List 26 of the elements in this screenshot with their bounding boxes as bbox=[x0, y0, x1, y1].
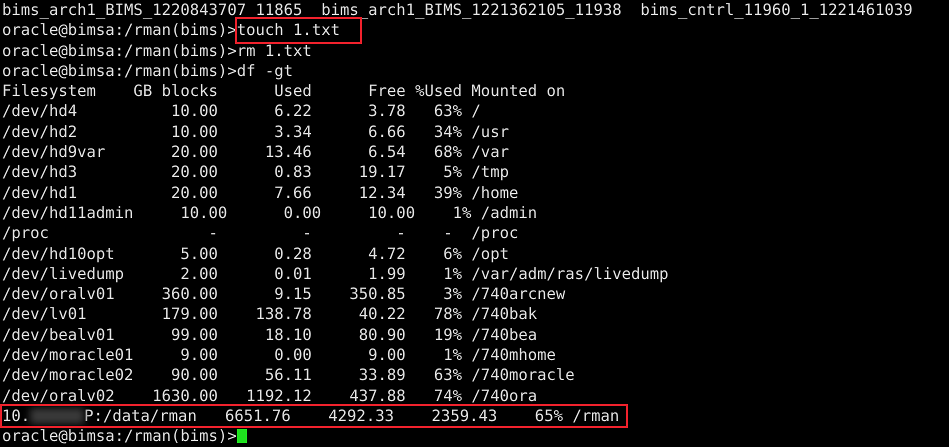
output-line: /dev/hd11admin 10.00 0.00 10.00 1% /admin bbox=[2, 202, 538, 224]
output-line: /dev/hd10opt 5.00 0.28 4.72 6% /opt bbox=[2, 244, 509, 264]
output-line: Filesystem GB blocks Used Free %Used Mounted on bbox=[2, 81, 566, 102]
shell-prompt: oracle@bimsa:/rman(bims)> bbox=[2, 20, 237, 41]
output-line: /dev/livedump 2.00 0.01 1.99 1% /var/adm/ras/livedump bbox=[2, 264, 669, 284]
output-line: /dev/hd9var 20.00 13.46 6.54 68% /var bbox=[2, 142, 509, 162]
output-line: /dev/bealv01 99.00 18.10 80.90 19% /740bea bbox=[2, 324, 538, 346]
shell-prompt: oracle@bimsa:/rman(bims)> bbox=[2, 40, 237, 61]
output-text: P:/data/rman 6651.76 4292.33 2359.43 65% /rman bbox=[84, 406, 620, 426]
shell-prompt: oracle@bimsa:/rman(bims)> bbox=[2, 60, 237, 82]
command-text: touch 1.txt bbox=[236, 19, 360, 42]
output-line: /dev/oralv01 360.00 9.15 350.85 3% /740arcnew bbox=[2, 284, 566, 304]
output-line: /dev/hd3 20.00 0.83 19.17 5% /tmp bbox=[2, 162, 509, 183]
output-line: /dev/oralv02 1630.00 1192.12 437.88 74% /740ora bbox=[2, 386, 538, 406]
output-line: /dev/hd4 10.00 6.22 3.78 63% / bbox=[2, 101, 481, 122]
output-line: /dev/hd1 20.00 7.66 12.34 39% /home bbox=[2, 182, 518, 203]
command-text: rm 1.txt bbox=[236, 40, 312, 61]
output-text: 10. bbox=[2, 406, 30, 426]
output-line: /dev/moracle01 9.00 0.00 9.00 1% /740mhome bbox=[2, 345, 556, 366]
shell-prompt: oracle@bimsa:/rman(bims)> bbox=[2, 426, 237, 447]
output-line: bims_arch1_BIMS_1220843707_11865 bims_arch1_BIMS_1221362105_11938 bims_cntrl_11960_1_1221461039 bbox=[2, 0, 913, 20]
output-line: /proc - - - - /proc bbox=[2, 223, 518, 244]
command-text: df -gt bbox=[236, 60, 294, 82]
output-line: /dev/hd2 10.00 3.34 6.66 34% /usr bbox=[2, 122, 509, 142]
output-line: /dev/moracle02 90.00 56.11 33.89 63% /740moracle bbox=[2, 365, 575, 386]
output-line: /dev/lv01 179.00 138.78 40.22 78% /740bak bbox=[2, 304, 538, 325]
